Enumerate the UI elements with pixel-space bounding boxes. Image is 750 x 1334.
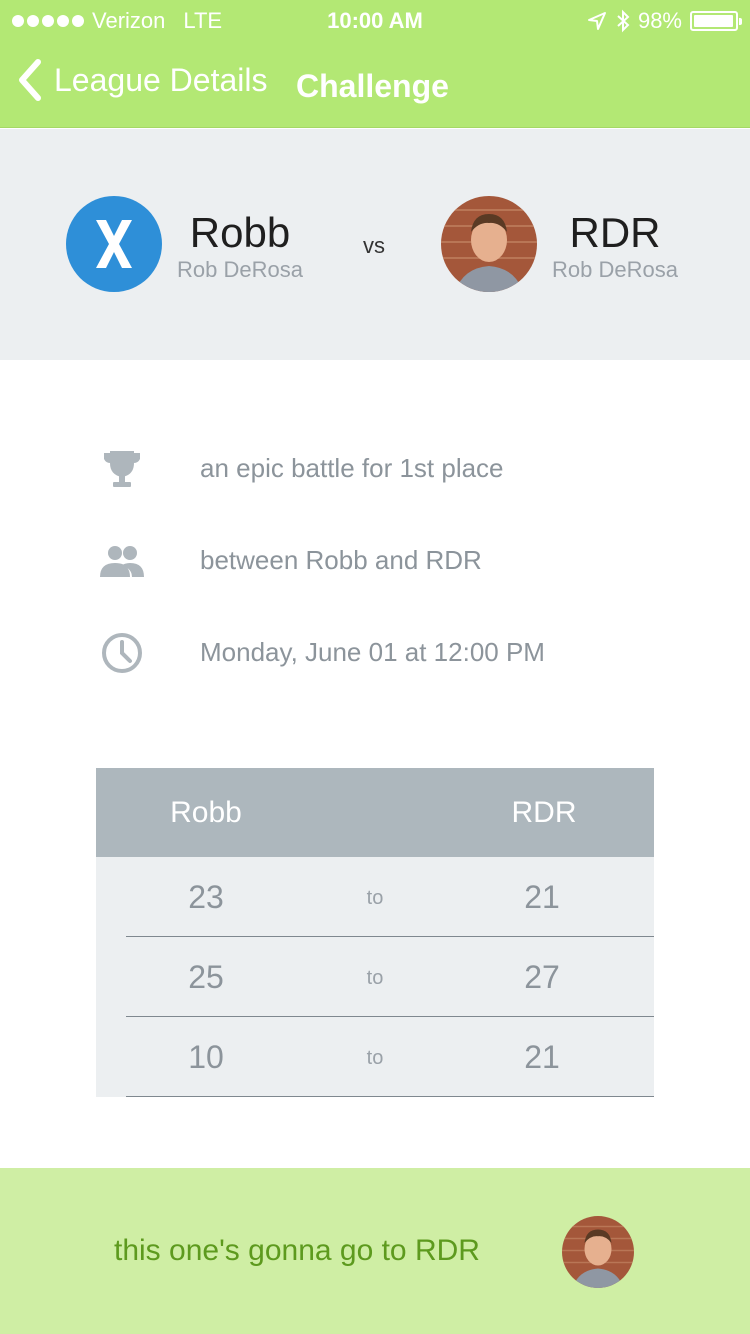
group-icon — [100, 546, 144, 577]
chevron-left-icon — [19, 59, 41, 101]
page-title: Challenge — [296, 68, 449, 104]
predicted-winner-avatar[interactable] — [562, 1216, 634, 1288]
navigation-bar: League Details Challenge — [0, 56, 750, 112]
status-right: 98% — [586, 8, 742, 34]
score-header-right: RDR — [511, 796, 577, 829]
location-arrow-icon — [587, 12, 606, 30]
score-left-value: 25 — [188, 959, 224, 995]
player-left-subtitle: Rob DeRosa — [177, 257, 303, 282]
score-row: 10 to 21 — [96, 1017, 654, 1097]
detail-participants-text: between Robb and RDR — [200, 545, 482, 575]
clock-icon — [102, 633, 142, 673]
score-table: Robb RDR 23 to 21 25 to 27 10 to 21 — [96, 768, 654, 1097]
score-separator: to — [366, 887, 384, 909]
trophy-icon — [104, 451, 140, 487]
back-button[interactable]: League Details — [16, 58, 267, 102]
status-bar: Verizon LTE 10:00 AM 98% — [0, 0, 750, 40]
score-table-header: Robb RDR — [96, 768, 654, 857]
score-left-value: 23 — [188, 879, 224, 915]
prediction-message: this one's gonna go to RDR — [114, 1234, 480, 1267]
score-right-value: 21 — [524, 879, 560, 915]
score-right-value: 21 — [524, 1039, 560, 1075]
detail-row-participants: between Robb and RDR — [0, 529, 750, 589]
xamarin-x-logo-icon — [96, 220, 132, 268]
battery-percent: 98% — [637, 8, 682, 33]
score-row: 25 to 27 — [96, 937, 654, 1017]
challenge-players-header: Robb Rob DeRosa vs RDR Rob DeRosa — [0, 129, 750, 360]
top-bar: Verizon LTE 10:00 AM 98% League Details … — [0, 0, 750, 128]
detail-row-description: an epic battle for 1st place — [0, 437, 750, 497]
prediction-footer: this one's gonna go to RDR — [0, 1168, 750, 1334]
player-left-name: Robb — [189, 209, 291, 256]
battery-icon — [690, 11, 742, 31]
detail-row-datetime: Monday, June 01 at 12:00 PM — [0, 621, 750, 681]
score-header-left: Robb — [170, 796, 242, 829]
score-left-value: 10 — [188, 1039, 224, 1075]
player-right-name: RDR — [569, 209, 661, 256]
score-row: 23 to 21 — [96, 857, 654, 937]
score-separator: to — [366, 967, 384, 989]
score-separator: to — [366, 1047, 384, 1069]
back-button-label: League Details — [54, 61, 268, 98]
score-right-value: 27 — [524, 959, 560, 995]
player-right-subtitle: Rob DeRosa — [552, 257, 678, 282]
player-photo — [562, 1216, 634, 1288]
detail-datetime-text: Monday, June 01 at 12:00 PM — [200, 637, 545, 667]
row-divider — [126, 1096, 654, 1097]
detail-description-text: an epic battle for 1st place — [200, 453, 504, 483]
bluetooth-icon — [617, 9, 630, 33]
versus-label: vs — [363, 233, 385, 258]
